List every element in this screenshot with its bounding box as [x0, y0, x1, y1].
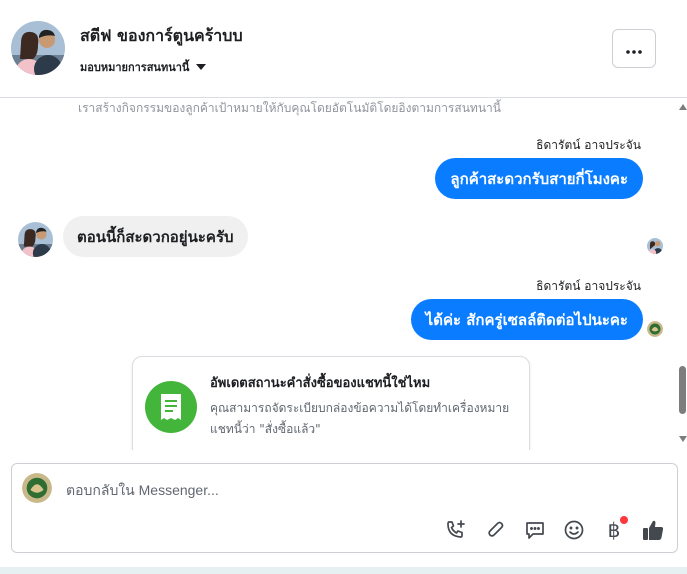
baht-payment-icon[interactable]: ฿: [602, 516, 628, 542]
system-note: เราสร้างกิจกรรมของลูกค้าเป้าหมายให้กับคุ…: [78, 101, 501, 115]
assign-conversation-dropdown[interactable]: มอบหมายการสนทนานี้: [80, 58, 207, 76]
sender-name: ธิดารัตน์ อาจประจัน: [536, 279, 641, 293]
page-logo-avatar: [647, 321, 663, 337]
scroll-down-arrow-icon[interactable]: [679, 436, 687, 442]
saved-reply-icon[interactable]: [523, 518, 547, 542]
scroll-up-arrow-icon[interactable]: [679, 104, 687, 110]
baht-symbol: ฿: [607, 518, 621, 542]
message-thread[interactable]: เราสร้างกิจกรรมของลูกค้าเป้าหมายให้กับคุ…: [0, 98, 687, 450]
paperclip-icon[interactable]: [484, 518, 508, 542]
scrollbar-thumb[interactable]: [679, 366, 686, 414]
thread-scrollbar[interactable]: [677, 98, 687, 450]
more-options-button[interactable]: [612, 29, 656, 68]
contact-avatar[interactable]: [11, 21, 65, 75]
message-composer: ฿: [11, 463, 678, 553]
receipt-icon: [145, 381, 197, 433]
caret-down-icon: [195, 61, 207, 74]
thumbs-up-icon[interactable]: [641, 518, 665, 542]
notification-dot: [620, 516, 628, 524]
page-logo-avatar: [22, 473, 52, 503]
phone-add-icon[interactable]: [444, 518, 468, 542]
footer-strip: [0, 567, 687, 574]
reply-input[interactable]: [66, 478, 626, 502]
order-status-card[interactable]: อัพเดตสถานะคำสั่งซื้อของแชทนี้ใช่ไหม คุณ…: [132, 356, 530, 450]
contact-name[interactable]: สตีฟ ของการ์ตูนคร้าบบ: [80, 24, 243, 49]
incoming-message[interactable]: ตอนนี้ก็สะดวกอยู่นะครับ: [63, 216, 248, 257]
sender-name: ธิดารัตน์ อาจประจัน: [536, 138, 641, 152]
conversation-header: สตีฟ ของการ์ตูนคร้าบบ มอบหมายการสนทนานี้: [0, 0, 687, 98]
read-receipt-avatar: [647, 238, 663, 254]
order-card-body: คุณสามารถจัดระเบียบกล่องข้อความได้โดยทำเ…: [210, 401, 510, 436]
emoji-icon[interactable]: [562, 518, 586, 542]
more-options-icon: [626, 39, 642, 58]
outgoing-message[interactable]: ได้ค่ะ สักครู่เซลล์ติดต่อไปนะคะ: [410, 299, 643, 340]
assign-conversation-label: มอบหมายการสนทนานี้: [80, 61, 190, 74]
outgoing-message[interactable]: ลูกค้าสะดวกรับสายกี่โมงคะ: [435, 158, 643, 199]
order-card-title: อัพเดตสถานะคำสั่งซื้อของแชทนี้ใช่ไหม: [210, 376, 431, 391]
contact-message-avatar: [18, 222, 53, 257]
